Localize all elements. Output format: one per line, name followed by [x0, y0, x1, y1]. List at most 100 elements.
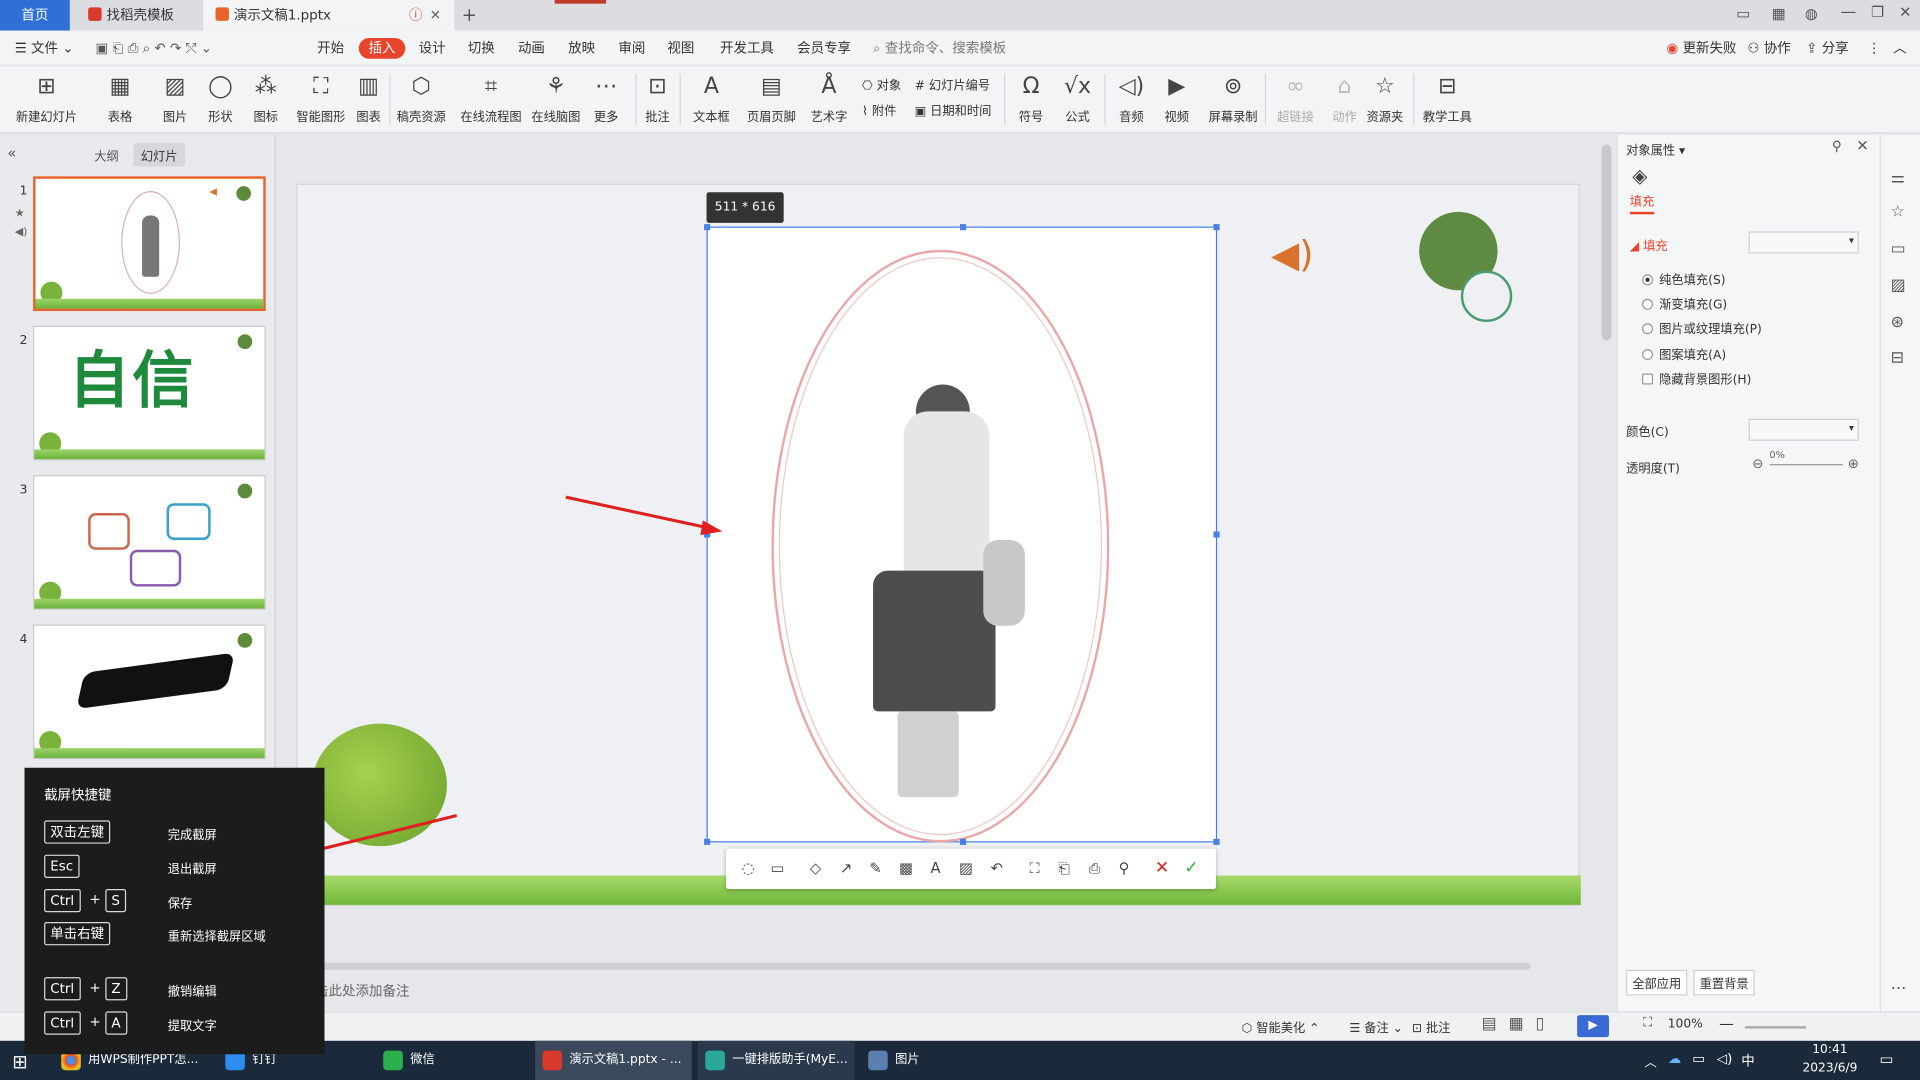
fill-section-label: 填充	[1643, 240, 1668, 254]
color-label: 颜色(C)	[1626, 426, 1669, 440]
taskbar-item-myeditor[interactable]: 一键排版助手(MyE...	[697, 1040, 855, 1080]
chevron-down-icon: ▾	[1848, 235, 1854, 247]
clock-time[interactable]: 10:41	[1812, 1043, 1847, 1056]
normal-view-icon[interactable]: ▤	[1482, 1015, 1497, 1033]
hide-background-checkbox[interactable]: 隐藏背景图形(H)	[1642, 369, 1751, 387]
shortcut-desc: 重新选择截屏区域	[167, 930, 266, 945]
comment-toggle[interactable]: ⊡ 批注	[1411, 1018, 1451, 1036]
notification-icon[interactable]: ▭	[1880, 1051, 1894, 1068]
gradient-fill-label: 渐变填充(G)	[1659, 298, 1728, 313]
fit-icon[interactable]: ⛶	[1643, 1016, 1652, 1029]
shortcut-desc: 保存	[167, 897, 193, 912]
shortcut-key: Z	[105, 977, 127, 1001]
transparency-label: 透明度(T)	[1626, 462, 1680, 477]
tab-fill[interactable]: 填充	[1629, 191, 1655, 215]
shortcut-key: 双击左键	[44, 820, 111, 844]
shortcut-desc: 退出截屏	[167, 863, 217, 877]
taskbar-label: 钉钉	[252, 1053, 277, 1067]
smart-beautify-button[interactable]: ⬡ 智能美化 ⌃	[1241, 1018, 1320, 1036]
red-arrow-1	[565, 495, 709, 530]
shortcut-key: A	[105, 1011, 127, 1035]
zoom-out-icon[interactable]: —	[1719, 1015, 1734, 1032]
pin-panel-icon[interactable]: ⚲	[1832, 138, 1842, 154]
gradient-fill-radio[interactable]: 渐变填充(G)	[1642, 294, 1727, 312]
zoom-slider[interactable]	[1744, 1026, 1807, 1029]
animation-icon[interactable]: ☆	[1891, 203, 1905, 221]
hide-background-label: 隐藏背景图形(H)	[1659, 373, 1752, 387]
notes-toggle-icon: ☰	[1349, 1022, 1361, 1036]
canvas-hscrollbar[interactable]	[306, 962, 1531, 970]
notes-toggle[interactable]: ☰ 备注 ⌄	[1349, 1018, 1403, 1036]
pattern-fill-label: 图案填充(A)	[1659, 348, 1727, 363]
color-dropdown[interactable]: ▾	[1748, 418, 1859, 441]
properties-icon[interactable]: ⚌	[1891, 169, 1905, 187]
taskbar-label: 微信	[410, 1053, 435, 1067]
panel-title[interactable]: 对象属性 ▾	[1626, 140, 1685, 158]
onedrive-icon[interactable]: ☁	[1668, 1051, 1681, 1067]
wechat-icon	[383, 1050, 403, 1071]
chevron-down-icon: ▾	[1848, 422, 1854, 434]
shortcut-desc: 撤销编辑	[167, 985, 217, 1000]
plus-sign: +	[89, 1013, 101, 1030]
solid-fill-label: 纯色填充(S)	[1659, 274, 1726, 288]
taskbar-item-photos[interactable]: 图片	[861, 1041, 1014, 1080]
plus-sign: +	[89, 891, 101, 908]
compass-icon[interactable]: ⊛	[1891, 313, 1904, 331]
comment-toggle-icon: ⊡	[1411, 1022, 1423, 1036]
taskbar-label: 演示文稿1.pptx - ...	[569, 1053, 682, 1067]
book-icon[interactable]: ⊟	[1891, 349, 1904, 367]
minus-icon[interactable]: ⊖	[1752, 456, 1763, 472]
shortcut-key: Ctrl	[44, 888, 81, 913]
smart-beautify-label: 智能美化	[1256, 1022, 1306, 1036]
side-tool-strip: ⚌ ☆ ▭ ▨ ⊛ ⊟ ⋯	[1879, 134, 1920, 1012]
reading-view-icon[interactable]: ▯	[1536, 1015, 1545, 1033]
shortcut-key: Ctrl	[44, 1011, 81, 1035]
network-icon[interactable]: ▭	[1692, 1051, 1705, 1067]
canvas-scrollbar[interactable]	[1601, 144, 1612, 341]
object-properties-panel: 对象属性 ▾ ⚲ ✕ ◈ 填充 ◢ 填充 ▾ 纯色填充(S) 渐变填充(G) 图…	[1616, 134, 1880, 1012]
close-panel-icon[interactable]: ✕	[1856, 137, 1868, 154]
taskbar-label: 用WPS制作PPT怎...	[88, 1053, 199, 1067]
picture-fill-label: 图片或纹理填充(P)	[1659, 323, 1762, 337]
shortcut-key: Ctrl	[44, 977, 81, 1001]
taskbar-item-wechat[interactable]: 微信	[376, 1041, 529, 1080]
fill-section-header[interactable]: ◢ 填充	[1630, 235, 1668, 253]
notes-toggle-label: 备注	[1364, 1022, 1389, 1036]
solid-fill-radio[interactable]: 纯色填充(S)	[1642, 269, 1726, 288]
plus-sign: +	[89, 979, 101, 996]
taskbar-item-wps[interactable]: 演示文稿1.pptx - ...	[535, 1040, 692, 1080]
panel-title-label: 对象属性	[1626, 144, 1676, 158]
tray-chevron-icon[interactable]: ︿	[1644, 1052, 1656, 1070]
fill-bucket-icon: ◈	[1632, 164, 1648, 188]
volume-icon[interactable]: ◁)	[1717, 1051, 1733, 1067]
myeditor-icon	[705, 1050, 725, 1071]
apply-all-button[interactable]: 全部应用	[1626, 969, 1688, 996]
shortcut-desc: 完成截屏	[167, 828, 217, 843]
sorter-view-icon[interactable]: ▦	[1509, 1015, 1524, 1033]
fill-type-dropdown[interactable]: ▾	[1748, 231, 1859, 254]
pattern-fill-radio[interactable]: 图案填充(A)	[1642, 344, 1726, 362]
plus-icon[interactable]: ⊕	[1848, 456, 1859, 472]
transition-icon[interactable]: ▭	[1891, 240, 1906, 258]
clock-date[interactable]: 2023/6/9	[1802, 1062, 1857, 1075]
zoom-level[interactable]: 100%	[1668, 1018, 1703, 1031]
comment-toggle-label: 批注	[1426, 1022, 1451, 1036]
wps-icon	[542, 1050, 563, 1071]
more-options-icon[interactable]: ⋯	[1891, 980, 1907, 998]
reset-background-button[interactable]: 重置背景	[1693, 969, 1755, 996]
ime-indicator[interactable]: 中	[1741, 1051, 1754, 1071]
red-arrow-2	[317, 814, 458, 852]
transparency-slider[interactable]	[1769, 464, 1843, 466]
shortcut-key: S	[105, 888, 127, 913]
taskbar-label: 图片	[895, 1053, 920, 1067]
screenshot-shortcut-panel: 截屏快捷键 双击左键 完成截屏 Esc 退出截屏 Ctrl + S 保存 单击右…	[24, 767, 325, 1055]
taskbar-label: 一键排版助手(MyE...	[732, 1053, 848, 1067]
shortcut-title: 截屏快捷键	[44, 787, 112, 804]
transparency-value: 0%	[1769, 449, 1785, 461]
image-icon[interactable]: ▨	[1891, 277, 1906, 295]
picture-fill-radio[interactable]: 图片或纹理填充(P)	[1642, 318, 1762, 337]
smart-icon: ⬡	[1241, 1022, 1253, 1036]
shortcut-desc: 提取文字	[167, 1020, 217, 1034]
play-slideshow-icon[interactable]: ▶	[1577, 1015, 1609, 1038]
shortcut-key: 单击右键	[44, 922, 111, 946]
